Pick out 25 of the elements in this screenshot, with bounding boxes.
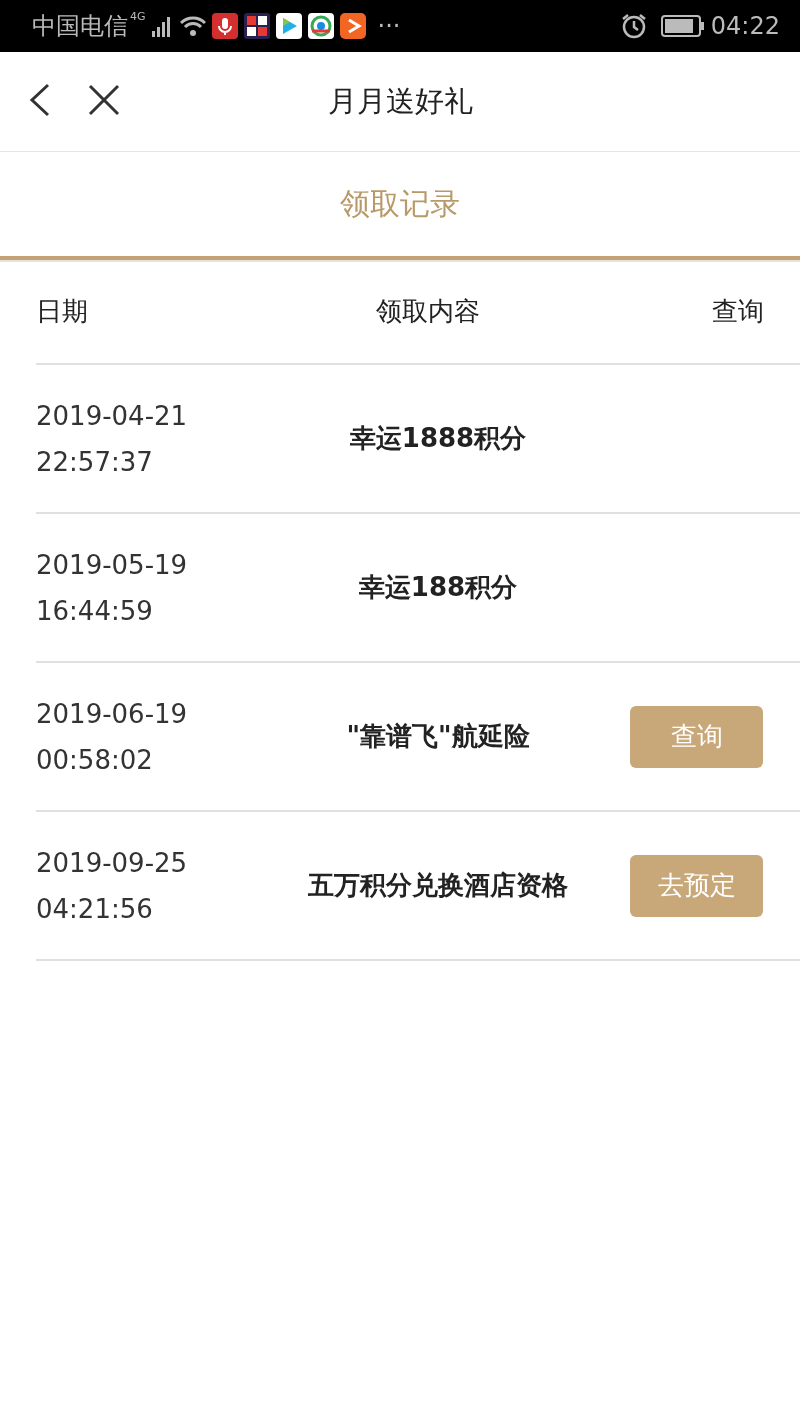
section-title: 领取记录 — [340, 184, 460, 223]
reward-content: 幸运1888积分 — [348, 422, 528, 455]
reward-content: "靠谱飞"航延险 — [345, 720, 531, 753]
column-header: 查询 — [711, 295, 764, 328]
page-title: 月月送好礼 — [327, 82, 473, 120]
play-app-icon — [339, 13, 366, 39]
wifi-icon — [179, 15, 206, 37]
microphone-app-icon — [211, 13, 238, 39]
network-type: 4G — [130, 10, 146, 23]
action-button[interactable]: 查询 — [630, 705, 763, 768]
column-header: 日期 — [36, 295, 89, 328]
carrier-name: 中国电信 — [32, 11, 128, 42]
more-notifications: ··· — [377, 12, 401, 40]
battery-icon — [660, 15, 705, 37]
reward-content: 五万积分兑换酒店资格 — [307, 869, 569, 902]
action-button[interactable]: 去预定 — [630, 854, 763, 917]
date-time: 2019-05-19 16:44:59 — [36, 548, 189, 628]
date-time: 2019-04-21 22:57:37 — [36, 399, 189, 479]
date-time: 2019-09-25 04:21:56 — [36, 846, 189, 926]
reward-content: 幸运188积分 — [357, 571, 519, 604]
video-app-icon — [275, 13, 302, 39]
column-header: 领取内容 — [375, 295, 481, 328]
date-time: 2019-06-19 00:58:02 — [36, 697, 189, 777]
clock-time: 04:22 — [710, 12, 780, 40]
alarm-icon — [620, 13, 647, 39]
